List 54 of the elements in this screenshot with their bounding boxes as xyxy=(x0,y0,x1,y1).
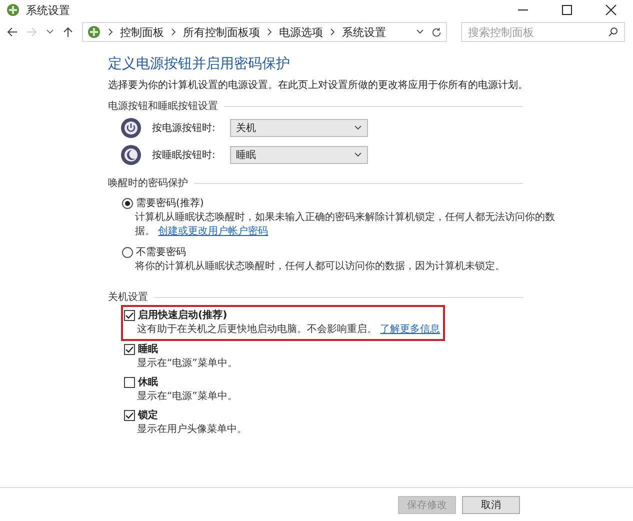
breadcrumb[interactable]: 控制面板 xyxy=(120,24,164,40)
option-description: 显示在用户头像菜单中。 xyxy=(137,423,247,437)
option-description: 显示在“电源”菜单中。 xyxy=(137,357,238,371)
moon-icon xyxy=(120,144,142,166)
breadcrumb[interactable]: 电源选项 xyxy=(279,24,323,40)
power-button-icon xyxy=(120,117,142,139)
setting-label: 按睡眠按钮时: xyxy=(152,148,216,162)
option-description: 将你的计算机从睡眠状态唤醒时，任何人都可以访问你的数据，因为计算机未锁定。 xyxy=(135,260,506,274)
page-description: 选择要为你的计算机设置的电源设置。在此页上对设置所做的更改将应用于你所有的电源计划。 xyxy=(108,79,528,93)
chevron-icon xyxy=(267,28,272,36)
checkbox-label[interactable]: 锁定 xyxy=(138,408,158,422)
dropdown[interactable]: 睡眠 xyxy=(230,146,368,164)
radio-button[interactable] xyxy=(122,198,133,208)
option-description: 计算机从睡眠状态唤醒时，如果未输入正确的密码来解除计算机锁定，任何人都无法访问你的数据。 创建或更改用户帐户密码 xyxy=(135,211,555,239)
checkbox[interactable] xyxy=(124,310,135,320)
caret-icon xyxy=(354,125,362,131)
address-bar[interactable]: 控制面板 所有控制面板项 电源选项 系统设置 xyxy=(82,22,447,42)
group-title: 关机设置 xyxy=(108,290,523,304)
control-panel-icon xyxy=(6,3,20,17)
maximize-icon[interactable] xyxy=(560,3,574,17)
group-title: 唤醒时的密码保护 xyxy=(108,176,523,190)
option-description: 显示在“电源”菜单中。 xyxy=(137,390,238,404)
link[interactable]: 创建或更改用户帐户密码 xyxy=(158,226,268,237)
caret-icon[interactable] xyxy=(46,28,54,36)
caret-icon[interactable] xyxy=(416,28,424,36)
chevron-icon xyxy=(171,28,176,36)
chevron-icon xyxy=(330,28,335,36)
chevron-icon xyxy=(108,28,113,36)
page-heading: 定义电源按钮并启用密码保护 xyxy=(108,55,291,73)
search-icon xyxy=(608,27,618,37)
checkbox[interactable] xyxy=(124,376,135,388)
checkbox-label[interactable]: 启用快速启动(推荐) xyxy=(138,308,228,322)
radio-label[interactable]: 不需要密码 xyxy=(136,245,186,259)
option-description: 这有助于在关机之后更快地启动电脑。不会影响重启。 了解更多信息 xyxy=(137,323,440,337)
close-icon[interactable] xyxy=(604,3,618,17)
checkbox[interactable] xyxy=(124,344,135,354)
back-arrow-icon[interactable] xyxy=(6,26,18,38)
checkbox[interactable] xyxy=(124,410,135,420)
breadcrumb[interactable]: 系统设置 xyxy=(342,24,386,40)
breadcrumb[interactable]: 所有控制面板项 xyxy=(183,24,260,40)
radio-button[interactable] xyxy=(122,246,133,258)
window-title: 系统设置 xyxy=(26,2,71,18)
group-title: 电源按钮和睡眠按钮设置 xyxy=(108,99,523,113)
checkbox-label[interactable]: 休眠 xyxy=(138,375,158,389)
dialog-button[interactable]: 取消 xyxy=(462,496,520,514)
checkbox-label[interactable]: 睡眠 xyxy=(138,342,158,356)
setting-label: 按电源按钮时: xyxy=(152,122,216,135)
radio-label[interactable]: 需要密码(推荐) xyxy=(136,196,204,210)
up-arrow-icon[interactable] xyxy=(62,26,74,38)
caret-icon xyxy=(354,152,362,158)
link[interactable]: 了解更多信息 xyxy=(380,324,440,335)
control-panel-icon xyxy=(87,25,101,39)
refresh-icon[interactable] xyxy=(431,26,442,38)
dropdown[interactable]: 关机 xyxy=(230,119,368,137)
